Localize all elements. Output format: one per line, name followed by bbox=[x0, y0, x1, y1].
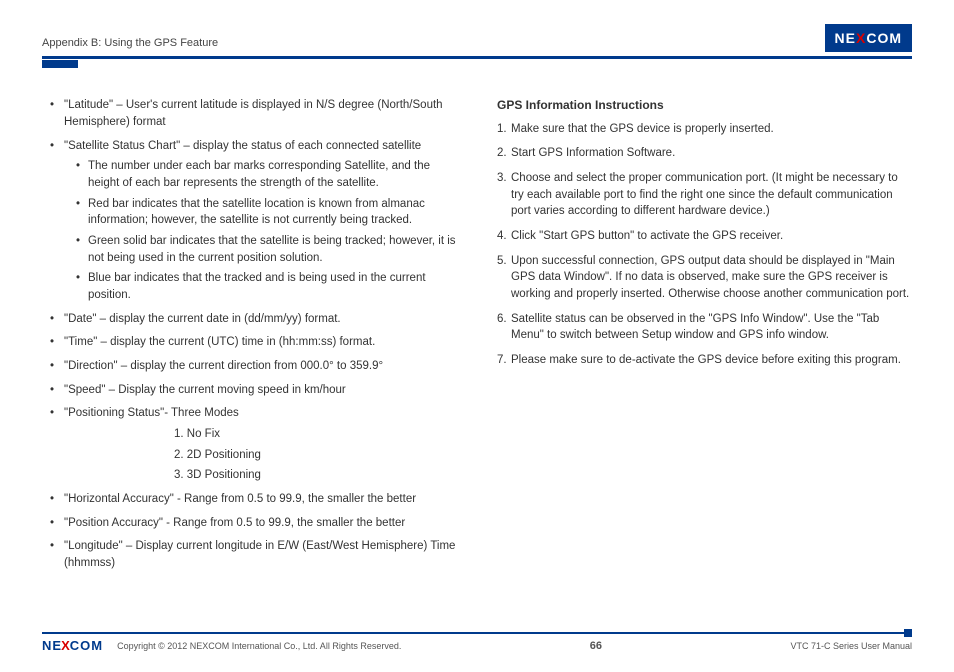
list-item: Make sure that the GPS device is properl… bbox=[497, 121, 912, 138]
list-item: "Direction" – display the current direct… bbox=[54, 358, 457, 375]
list-item: "Latitude" – User's current latitude is … bbox=[54, 97, 457, 130]
footer-row: NE X COM Copyright © 2012 NEXCOM Interna… bbox=[42, 637, 912, 656]
page-footer: NE X COM Copyright © 2012 NEXCOM Interna… bbox=[42, 632, 912, 656]
list-item: "Horizontal Accuracy" - Range from 0.5 t… bbox=[54, 491, 457, 508]
list-item: The number under each bar marks correspo… bbox=[78, 158, 457, 191]
definitions-list: "Latitude" – User's current latitude is … bbox=[42, 97, 457, 571]
list-item: "Satellite Status Chart" – display the s… bbox=[54, 138, 457, 304]
footer-rule bbox=[42, 632, 912, 634]
modes-list: 1. No Fix 2. 2D Positioning 3. 3D Position… bbox=[64, 426, 457, 484]
list-item: Blue bar indicates that the tracked and … bbox=[78, 270, 457, 303]
brand-logo-top: NE X COM bbox=[825, 24, 912, 52]
list-item: "Speed" – Display the current moving spe… bbox=[54, 382, 457, 399]
sub-list: The number under each bar marks correspo… bbox=[64, 158, 457, 303]
list-item: 3. 3D Positioning bbox=[174, 467, 457, 484]
right-column: GPS Information Instructions Make sure t… bbox=[497, 97, 912, 578]
list-item: Upon successful connection, GPS output d… bbox=[497, 253, 912, 303]
brand-text-right: COM bbox=[866, 28, 902, 48]
list-item: "Positioning Status"- Three Modes1. No F… bbox=[54, 405, 457, 484]
list-item: Red bar indicates that the satellite loc… bbox=[78, 196, 457, 229]
list-item: 2. 2D Positioning bbox=[174, 447, 457, 464]
list-item: Green solid bar indicates that the satel… bbox=[78, 233, 457, 266]
instructions-heading: GPS Information Instructions bbox=[497, 97, 912, 114]
list-item: Click "Start GPS button" to activate the… bbox=[497, 228, 912, 245]
list-item: Satellite status can be observed in the … bbox=[497, 311, 912, 344]
list-item: "Position Accuracy" - Range from 0.5 to … bbox=[54, 515, 457, 532]
brand-logo-bottom: NE X COM bbox=[42, 637, 103, 656]
list-item: Please make sure to de-activate the GPS … bbox=[497, 352, 912, 369]
page-content: "Latitude" – User's current latitude is … bbox=[42, 59, 912, 578]
list-item: "Date" – display the current date in (dd… bbox=[54, 311, 457, 328]
brand-x-icon: X bbox=[856, 28, 866, 48]
brand-text-right: COM bbox=[70, 637, 103, 656]
brand-text-left: NE bbox=[835, 28, 856, 48]
appendix-title: Appendix B: Using the GPS Feature bbox=[42, 36, 218, 52]
instructions-list: Make sure that the GPS device is properl… bbox=[497, 121, 912, 369]
list-item: "Time" – display the current (UTC) time … bbox=[54, 334, 457, 351]
list-item: 1. No Fix bbox=[174, 426, 457, 443]
footer-left-group: NE X COM Copyright © 2012 NEXCOM Interna… bbox=[42, 637, 401, 656]
manual-name: VTC 71-C Series User Manual bbox=[790, 640, 912, 653]
list-item: Choose and select the proper communicati… bbox=[497, 170, 912, 220]
brand-text-left: NE bbox=[42, 637, 62, 656]
page-header: Appendix B: Using the GPS Feature NE X C… bbox=[42, 24, 912, 52]
header-rule bbox=[42, 56, 912, 59]
copyright-text: Copyright © 2012 NEXCOM International Co… bbox=[117, 640, 401, 653]
list-item: "Longitude" – Display current longitude … bbox=[54, 538, 457, 571]
page-number: 66 bbox=[590, 639, 602, 655]
list-item: Start GPS Information Software. bbox=[497, 145, 912, 162]
left-column: "Latitude" – User's current latitude is … bbox=[42, 97, 457, 578]
